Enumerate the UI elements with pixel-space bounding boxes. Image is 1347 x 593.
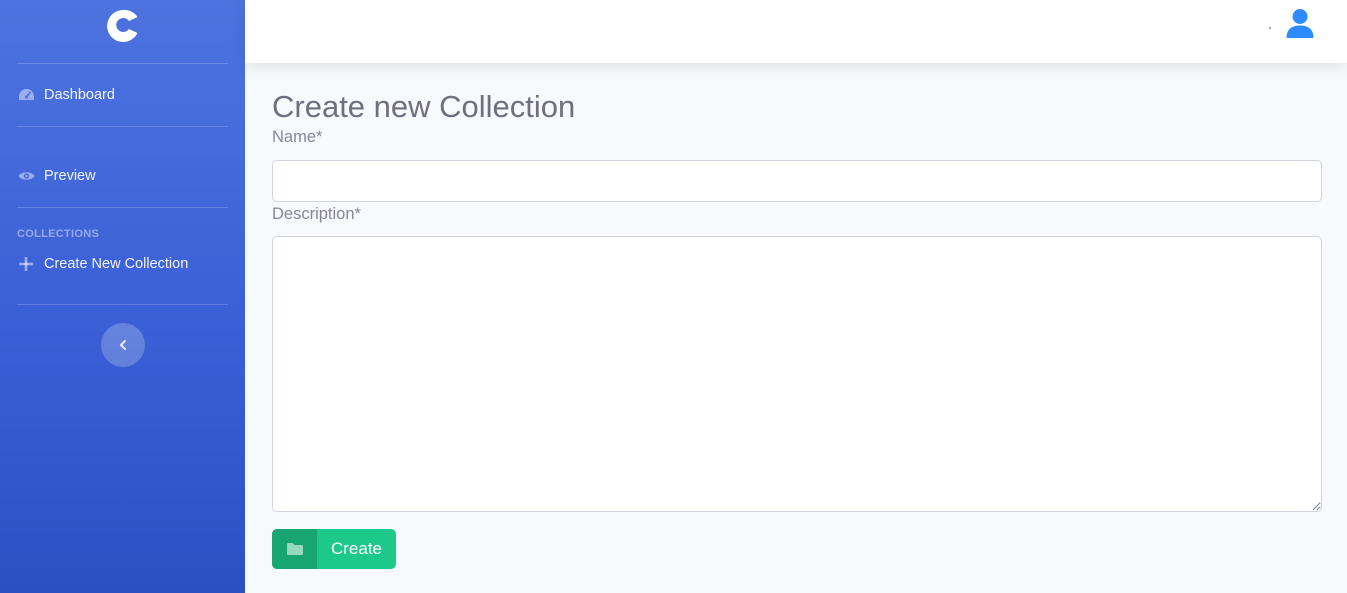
sidebar-item-dashboard[interactable]: Dashboard <box>0 64 245 126</box>
create-button-label: Create <box>330 539 383 558</box>
description-label: Description* <box>272 205 361 223</box>
sidebar-item-label: Preview <box>44 168 96 184</box>
sidebar-item-create-collection[interactable]: Create New Collection <box>0 244 245 304</box>
description-textarea[interactable] <box>272 236 1322 512</box>
name-input[interactable] <box>272 160 1322 202</box>
chevron-left-icon <box>119 339 126 351</box>
create-button[interactable]: Create <box>272 529 396 569</box>
eye-icon <box>17 167 35 185</box>
topbar <box>245 0 1347 63</box>
sidebar-brand[interactable] <box>0 0 245 63</box>
sidebar-item-label: Dashboard <box>44 87 115 103</box>
sidebar-toggle-wrap <box>0 305 245 367</box>
user-icon[interactable] <box>1285 7 1315 39</box>
plus-icon <box>17 255 35 273</box>
main-content: Create new Collection Name* Description*… <box>272 63 1322 569</box>
page-title: Create new Collection <box>272 89 576 124</box>
sidebar-toggle-button[interactable] <box>100 323 145 367</box>
topbar-separator <box>1269 27 1271 29</box>
sidebar-heading: COLLECTIONS <box>17 228 100 240</box>
c-logo-icon <box>106 9 137 42</box>
sidebar-item-preview[interactable]: Preview <box>0 127 245 207</box>
folder-icon <box>272 529 317 569</box>
sidebar: Dashboard Preview COLLECTIONS Create New… <box>0 0 245 593</box>
sidebar-item-label: Create New Collection <box>44 256 189 272</box>
name-label: Name* <box>272 128 323 146</box>
tachometer-icon <box>17 86 35 104</box>
app-root: Dashboard Preview COLLECTIONS Create New… <box>0 0 1347 593</box>
